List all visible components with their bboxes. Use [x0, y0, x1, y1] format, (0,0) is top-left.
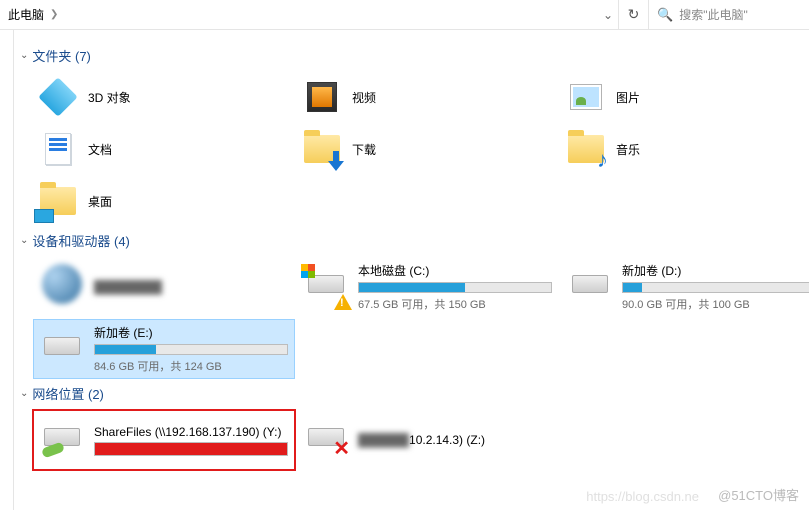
drive-label: 新加卷 (E:) — [94, 324, 288, 341]
drive-item-obscured[interactable]: ████████ — [34, 258, 294, 316]
folder-label: 下载 — [352, 141, 376, 158]
network-drive-y[interactable]: ShareFiles (\\192.168.137.190) (Y:) — [34, 411, 294, 469]
watermark-text: @51CTO博客 — [718, 485, 799, 504]
nav-tree-collapsed[interactable] — [0, 30, 14, 510]
folder-label: 视频 — [352, 89, 376, 106]
folder-music[interactable]: ♪ 音乐 — [562, 125, 809, 173]
chevron-down-icon[interactable]: ⌄ — [598, 8, 618, 22]
folder-videos[interactable]: 视频 — [298, 73, 558, 121]
folder-desktop[interactable]: 桌面 — [34, 177, 294, 225]
drive-label: ████████ — [94, 280, 288, 294]
desktop-icon — [38, 181, 78, 221]
folder-label: 桌面 — [88, 193, 112, 210]
group-header-folders[interactable]: ⌄ 文件夹 (7) — [20, 46, 803, 65]
chevron-down-icon: ⌄ — [20, 235, 28, 246]
hdd-icon — [40, 324, 84, 368]
capacity-bar — [622, 282, 809, 293]
folder-label: 图片 — [616, 89, 640, 106]
folder-3d-objects[interactable]: 3D 对象 — [34, 73, 294, 121]
main-pane: ⌄ 文件夹 (7) 3D 对象 视频 图片 文档 下载 — [14, 30, 809, 510]
drive-item-e[interactable]: 新加卷 (E:) 84.6 GB 可用，共 124 GB — [34, 320, 294, 378]
group-header-drives[interactable]: ⌄ 设备和驱动器 (4) — [20, 231, 803, 250]
refresh-button[interactable]: ↻ — [619, 0, 649, 29]
drive-free-text: 67.5 GB 可用，共 150 GB — [358, 296, 552, 312]
3d-objects-icon — [38, 77, 78, 117]
network-drive-label: ██████10.2.14.3) (Z:) — [358, 433, 552, 447]
search-input[interactable]: 🔍 搜索"此电脑" — [649, 0, 809, 29]
chevron-right-icon: ❯ — [50, 9, 58, 20]
folder-downloads[interactable]: 下载 — [298, 125, 558, 173]
hdd-icon — [304, 262, 348, 306]
folder-label: 音乐 — [616, 141, 640, 158]
hdd-icon — [568, 262, 612, 306]
address-bar: 此电脑 ❯ ⌄ ↻ 🔍 搜索"此电脑" — [0, 0, 809, 30]
folder-label: 文档 — [88, 141, 112, 158]
network-drive-icon — [40, 415, 84, 459]
folder-label: 3D 对象 — [88, 89, 131, 106]
network-drive-z[interactable]: ✕ ██████10.2.14.3) (Z:) — [298, 411, 558, 469]
drive-item-d[interactable]: 新加卷 (D:) 90.0 GB 可用，共 100 GB — [562, 258, 809, 316]
device-icon — [40, 262, 84, 306]
drive-label: 本地磁盘 (C:) — [358, 262, 552, 279]
folder-documents[interactable]: 文档 — [34, 125, 294, 173]
drive-free-text: 84.6 GB 可用，共 124 GB — [94, 358, 288, 374]
search-placeholder: 搜索"此电脑" — [679, 6, 748, 23]
search-icon: 🔍 — [657, 7, 673, 23]
breadcrumb-location[interactable]: 此电脑 — [8, 6, 44, 23]
network-drive-label: ShareFiles (\\192.168.137.190) (Y:) — [94, 425, 288, 439]
watermark-text: https://blog.csdn.ne — [586, 489, 699, 504]
videos-icon — [302, 77, 342, 117]
music-icon: ♪ — [566, 129, 606, 169]
folder-pictures[interactable]: 图片 — [562, 73, 809, 121]
drive-label: 新加卷 (D:) — [622, 262, 809, 279]
chevron-down-icon: ⌄ — [20, 50, 28, 61]
documents-icon — [38, 129, 78, 169]
pictures-icon — [566, 77, 606, 117]
capacity-bar — [94, 344, 288, 355]
chevron-down-icon: ⌄ — [20, 388, 28, 399]
warning-icon — [334, 294, 352, 310]
network-drive-disconnected-icon: ✕ — [304, 415, 348, 459]
drive-item-c[interactable]: 本地磁盘 (C:) 67.5 GB 可用，共 150 GB — [298, 258, 558, 316]
drive-free-text: 90.0 GB 可用，共 100 GB — [622, 296, 809, 312]
capacity-bar — [94, 442, 288, 456]
capacity-bar — [358, 282, 552, 293]
error-x-icon: ✕ — [333, 436, 350, 461]
group-header-network[interactable]: ⌄ 网络位置 (2) — [20, 384, 803, 403]
downloads-icon — [302, 129, 342, 169]
breadcrumb[interactable]: 此电脑 ❯ ⌄ — [0, 0, 619, 29]
